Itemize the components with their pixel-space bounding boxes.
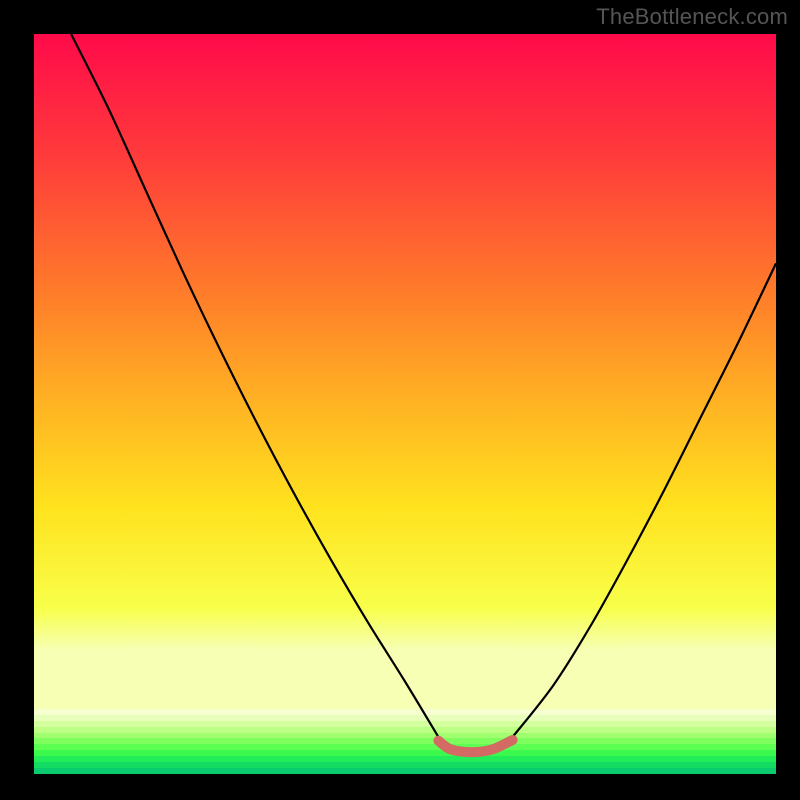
series-right_curve bbox=[513, 263, 776, 737]
chart-stage: { "branding": { "watermark_text": "TheBo… bbox=[0, 0, 800, 800]
watermark-text: TheBottleneck.com bbox=[596, 4, 788, 30]
series-left_curve bbox=[71, 34, 438, 737]
curve-overlay bbox=[34, 34, 776, 774]
series-flat_bottom bbox=[438, 740, 512, 752]
